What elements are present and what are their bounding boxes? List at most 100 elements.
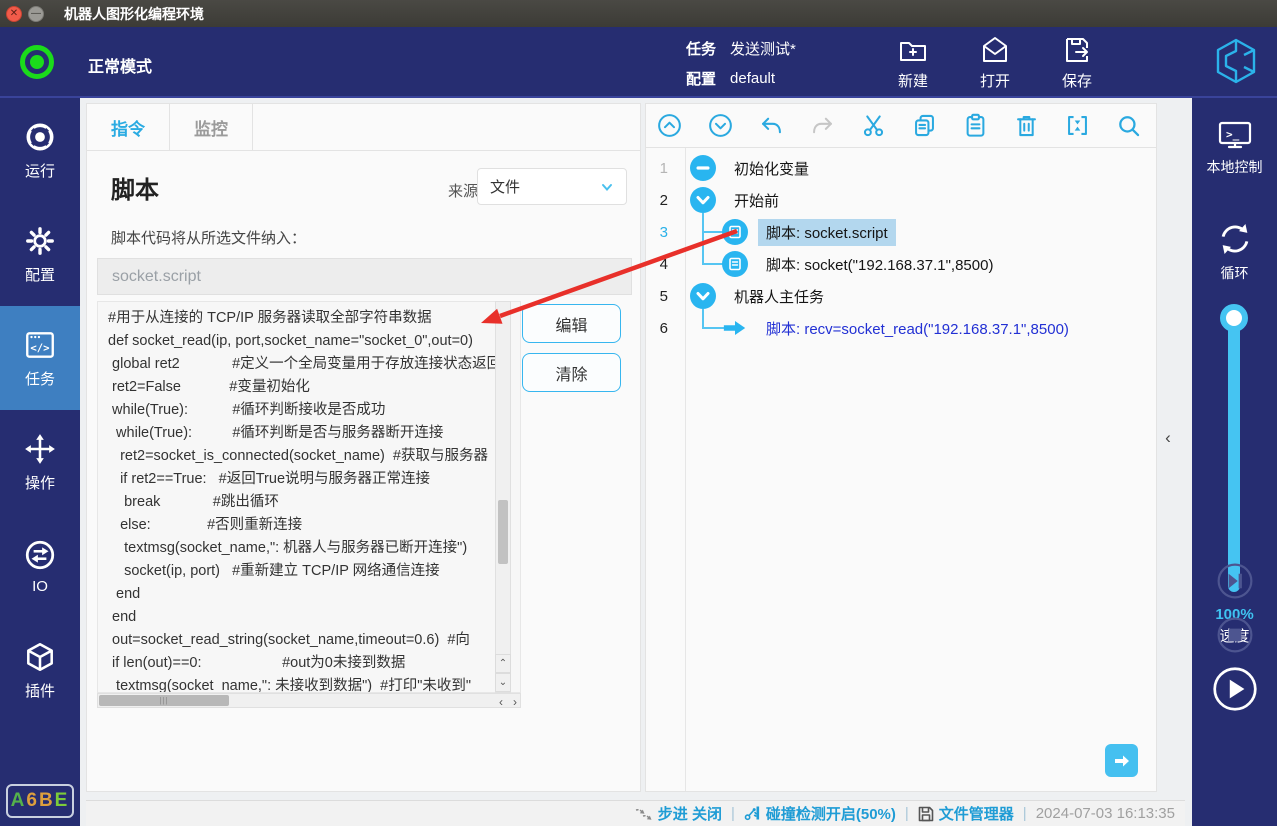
script-icon — [722, 251, 748, 277]
clock: 2024-07-03 16:13:35 — [1035, 805, 1175, 822]
close-icon[interactable]: ✕ — [6, 5, 22, 22]
redo-icon[interactable] — [809, 112, 836, 139]
row-number: 5 — [659, 287, 668, 305]
step-forward-button[interactable] — [1192, 561, 1277, 601]
tree-row-label: 机器人主任务 — [734, 288, 825, 306]
brand-logo-icon — [1216, 38, 1256, 84]
tree-row[interactable]: 1 初始化变量 — [646, 152, 1156, 184]
tree-row[interactable]: 5 机器人主任务 — [646, 280, 1156, 312]
status-separator: | — [904, 805, 909, 822]
play-button[interactable] — [1192, 666, 1277, 712]
vscrollbar-thumb[interactable] — [498, 500, 508, 564]
script-icon — [722, 219, 748, 245]
script-file-field[interactable]: socket.script — [97, 258, 632, 295]
sidebar-item-io[interactable]: IO — [0, 514, 80, 618]
status-separator: | — [730, 805, 735, 822]
script-code-area[interactable]: #用于从连接的 TCP/IP 服务器读取全部字符串数据 def socket_r… — [97, 301, 521, 693]
tree-row[interactable]: 6 脚本: recv=socket_read("192.168.37.1",850… — [646, 312, 1156, 344]
sidebar-item-plugin[interactable]: 插件 — [0, 618, 80, 722]
scroll-down-icon[interactable]: ⌄ — [495, 673, 511, 692]
clear-button[interactable]: 清除 — [522, 353, 621, 392]
script-editor-panel: 指令 监控 脚本 来源 文件 脚本代码将从所选文件纳入： socket.scri… — [86, 103, 641, 792]
task-label: 任务 — [686, 40, 717, 58]
sidebar-item-operate[interactable]: 操作 — [0, 410, 80, 514]
script-description: 脚本代码将从所选文件纳入： — [111, 230, 307, 247]
open-button[interactable]: 打开 — [962, 31, 1028, 91]
status-separator: | — [1022, 805, 1027, 822]
row-number: 2 — [659, 191, 668, 209]
save-icon — [1066, 38, 1088, 62]
panel-collapse-handle[interactable]: ‹ — [1160, 426, 1176, 450]
gear-icon — [26, 226, 54, 255]
tree-row-label: 脚本: socket("192.168.37.1",8500) — [766, 256, 994, 274]
tree-toolbar — [646, 104, 1156, 148]
sidebar-item-config[interactable]: 配置 — [0, 202, 80, 306]
config-value: default — [730, 69, 776, 87]
robot-model-badge: A6BE — [6, 784, 74, 818]
paste-icon[interactable] — [962, 112, 989, 139]
search-icon[interactable] — [1115, 112, 1142, 139]
new-button[interactable]: 新建 — [880, 31, 946, 91]
move-up-icon[interactable] — [656, 112, 683, 139]
tree-row-label: 开始前 — [734, 192, 780, 210]
hscrollbar-thumb[interactable]: ||| — [99, 695, 229, 706]
chevron-icon — [690, 187, 716, 213]
scroll-up-icon[interactable]: ⌃ — [495, 654, 511, 673]
delete-icon[interactable] — [1013, 112, 1040, 139]
source-dropdown-value: 文件 — [490, 179, 521, 196]
code-vscrollbar[interactable] — [495, 301, 511, 693]
scroll-left-icon[interactable]: ‹ — [499, 695, 503, 709]
save-button[interactable]: 保存 — [1044, 31, 1110, 91]
svg-text:</>: </> — [30, 341, 49, 354]
script-icon — [722, 219, 748, 245]
tab-monitor[interactable]: 监控 — [170, 104, 253, 151]
tree-row-label: 脚本: recv=socket_read("192.168.37.1",8500… — [766, 320, 1069, 338]
undo-icon[interactable] — [758, 112, 785, 139]
tab-instruction[interactable]: 指令 — [87, 104, 170, 151]
window-title: 机器人图形化编程环境 — [64, 5, 204, 22]
run-icon — [26, 123, 54, 150]
tree-row[interactable]: 2 开始前 — [646, 184, 1156, 216]
task-value: 发送测试* — [730, 40, 796, 58]
row-number: 4 — [659, 255, 668, 273]
tree-row[interactable]: 4 脚本: socket("192.168.37.1",8500) — [646, 248, 1156, 280]
new-file-icon — [900, 42, 926, 61]
edit-button[interactable]: 编辑 — [522, 304, 621, 343]
svg-text:>_: >_ — [1226, 128, 1240, 141]
scroll-right-icon[interactable]: › — [513, 695, 517, 709]
local-control-button[interactable]: >_ 本地控制 — [1192, 118, 1277, 177]
open-file-icon — [983, 37, 1007, 62]
sidebar-item-task[interactable]: </> 任务 — [0, 306, 80, 410]
tree-row[interactable]: 3 脚本: socket.script — [646, 216, 1156, 248]
row-number: 3 — [659, 223, 668, 241]
stop-button[interactable] — [1192, 615, 1277, 655]
program-tree: 1 初始化变量 2 开始前 3 脚本: socket.script 4 脚本: socket(… — [646, 152, 1156, 344]
collapse-icon[interactable] — [1064, 112, 1091, 139]
program-tree-panel: 1 初始化变量 2 开始前 3 脚本: socket.script 4 脚本: socket(… — [645, 103, 1157, 792]
move-down-icon[interactable] — [707, 112, 734, 139]
code-hscrollbar[interactable]: ||| ‹ › — [97, 693, 521, 709]
mode-indicator-icon — [20, 45, 54, 79]
speed-slider-track[interactable] — [1228, 312, 1240, 592]
loop-button[interactable]: 循环 — [1192, 220, 1277, 283]
title-bar: ✕ — 机器人图形化编程环境 — [0, 0, 1277, 27]
mode-label: 正常模式 — [88, 59, 153, 76]
speed-slider-handle[interactable] — [1220, 304, 1248, 332]
sidebar-item-run[interactable]: 运行 — [0, 98, 80, 202]
file-manager-status[interactable]: 文件管理器 — [918, 803, 1014, 824]
jump-to-row-button[interactable] — [1105, 744, 1138, 777]
cut-icon[interactable] — [860, 112, 887, 139]
row-number: 6 — [659, 319, 668, 337]
arrow-right-icon — [1114, 755, 1129, 766]
move-arrows-icon — [25, 433, 55, 464]
app-window: ✕ — 机器人图形化编程环境 正常模式 任务 发送测试* 配置 default 新建… — [0, 0, 1277, 826]
run-pointer-icon — [723, 321, 746, 335]
copy-icon[interactable] — [911, 112, 938, 139]
arrow-icon — [722, 315, 748, 341]
source-dropdown[interactable]: 文件 — [477, 168, 627, 205]
step-mode-status[interactable]: 步进 关闭 — [635, 803, 722, 824]
collision-detect-status[interactable]: 碰撞检测开启(50%) — [744, 803, 896, 824]
chevron-icon — [690, 283, 716, 309]
minimize-icon[interactable]: — — [28, 5, 44, 22]
task-config-info: 任务 发送测试* 配置 default — [686, 33, 796, 93]
